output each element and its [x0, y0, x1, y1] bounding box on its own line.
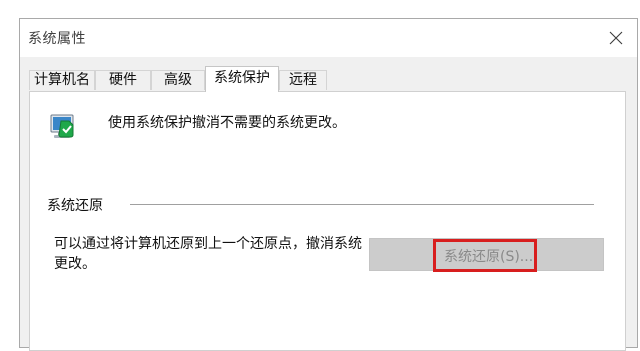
tab-hardware[interactable]: 硬件: [95, 70, 151, 90]
protection-description: 使用系统保护撤消不需要的系统更改。: [108, 115, 346, 131]
close-button[interactable]: [599, 21, 633, 55]
system-protection-icon: [47, 110, 81, 144]
system-restore-button-label: 系统还原(S)...: [444, 249, 534, 265]
title-bar: 系统属性: [20, 19, 637, 57]
window-title: 系统属性: [28, 31, 86, 47]
restore-description: 可以通过将计算机还原到上一个还原点，撤消系统更改。: [54, 236, 362, 272]
tab-computer-name[interactable]: 计算机名: [29, 70, 95, 90]
system-properties-dialog: 系统属性 计算机名 硬件 高级 系统保护 远程 使用系统保护撤消不需要的系统更改…: [19, 18, 638, 351]
tab-system-protection[interactable]: 系统保护: [205, 66, 279, 92]
system-restore-button[interactable]: 系统还原(S)...: [369, 238, 604, 272]
tab-advanced[interactable]: 高级: [151, 70, 205, 90]
close-icon: [609, 31, 623, 45]
tab-remote[interactable]: 远程: [279, 70, 327, 90]
restore-group-label: 系统还原: [47, 198, 103, 214]
system-protection-panel: 使用系统保护撤消不需要的系统更改。 系统还原 可以通过将计算机还原到上一个还原点…: [29, 91, 626, 351]
group-divider: [130, 204, 594, 205]
